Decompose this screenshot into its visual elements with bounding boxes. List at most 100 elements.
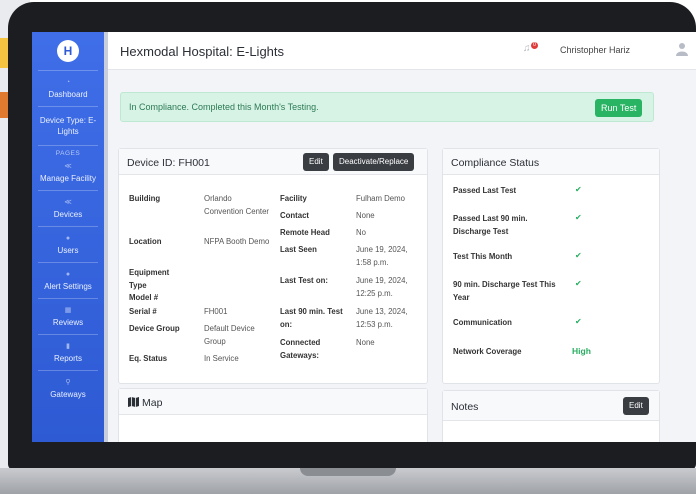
user-icon: ● [65,271,71,278]
serial-label: Serial # [129,307,157,316]
sidebar-item-label: Devices [53,210,83,219]
sidebar-item-label: Alert Settings [44,282,92,291]
device-id-title: Device ID: FH001 [127,157,210,169]
device-group-value: Default Device Group [204,324,255,346]
sidebar-item-gateways[interactable]: ⚲ Gateways [32,373,104,404]
remote-head-value: No [356,228,366,237]
network-coverage-value: High [572,346,591,356]
sidebar-item-users[interactable]: ● Users [32,229,104,260]
sidebar-scrollbar[interactable] [104,32,108,442]
avatar-icon[interactable] [676,42,688,56]
sidebar-item-label: Device Type: E-Lights [39,116,97,136]
map-card-header: Map [119,389,427,415]
sidebar-item-manage-facility[interactable]: ≪ Manage Facility [32,157,104,188]
sidebar-divider [38,190,98,191]
deactivate-replace-button[interactable]: Deactivate/Replace [333,153,415,171]
calendar-icon: ▦ [64,307,72,314]
compliance-row-label: Passed Last 90 min. Discharge Test [453,214,528,236]
share-icon: ≪ [64,199,72,206]
last-90-min-test-value: June 13, 2024, 12:53 p.m. [356,307,408,329]
alert-message: In Compliance. Completed this Month's Te… [129,102,319,112]
hexmodal-logo[interactable]: H [57,40,79,62]
eq-status-label: Eq. Status [129,354,168,363]
edit-device-button[interactable]: Edit [303,153,329,171]
last-90-min-test-label: Last 90 min. Test on: [280,307,343,329]
sidebar-divider [38,370,98,371]
bell-icon[interactable]: ♫ [523,43,531,54]
map-icon [128,397,139,407]
sidebar-divider [38,226,98,227]
page-title: Hexmodal Hospital: E-Lights [120,44,285,59]
share-icon: ≪ [64,163,72,170]
last-seen-value: June 19, 2024, 1:58 p.m. [356,245,408,267]
map-title: Map [142,397,163,409]
compliance-alert: In Compliance. Completed this Month's Te… [120,92,654,122]
compliance-status-card: Compliance Status Passed Last Test ✔ Pas… [442,148,660,384]
laptop-base [0,468,696,494]
run-test-button[interactable]: Run Test [595,99,643,117]
notes-title: Notes [451,401,479,413]
sidebar-item-reviews[interactable]: ▦ Reviews [32,301,104,332]
map-card: Map [118,388,428,442]
compliance-title: Compliance Status [451,157,540,169]
sidebar-divider [38,145,98,146]
last-test-label: Last Test on: [280,276,328,285]
compliance-card-header: Compliance Status [443,149,659,175]
serial-value: FH001 [204,307,228,316]
sidebar-item-label: Manage Facility [39,174,97,183]
sidebar-item-devices[interactable]: ≪ Devices [32,193,104,224]
connected-gateways-value: None [356,338,375,347]
notes-card: Notes Edit [442,390,660,442]
chart-icon: ▮ [66,343,70,350]
sidebar: H ◔ Dashboard Device Type: E-Lights PAGE… [32,32,104,442]
dashboard-icon: ◔ [65,79,71,86]
compliance-row-label: Passed Last Test [453,186,517,195]
sidebar-item-alert-settings[interactable]: ● Alert Settings [32,265,104,296]
top-header: Hexmodal Hospital: E-Lights ♫ 0 Christop… [108,32,696,70]
model-label: Model # [129,293,159,302]
check-icon: ✔ [575,213,582,222]
sidebar-section-heading: PAGES [55,150,81,157]
facility-label: Facility [280,194,307,203]
check-icon: ✔ [575,251,582,260]
laptop-notch [300,468,396,476]
check-icon: ✔ [575,279,582,288]
compliance-row-label: 90 min. Discharge Test This Year [453,280,556,302]
sidebar-item-label: Users [57,246,79,255]
check-icon: ✔ [575,317,582,326]
facility-value: Fulham Demo [356,194,405,203]
sidebar-item-dashboard[interactable]: ◔ Dashboard [32,73,104,104]
building-label: Building [129,194,161,203]
device-group-label: Device Group [129,324,180,333]
last-seen-label: Last Seen [280,245,317,254]
sidebar-divider [38,70,98,71]
sidebar-divider [38,298,98,299]
app-screen: H ◔ Dashboard Device Type: E-Lights PAGE… [32,32,696,442]
notes-card-header: Notes Edit [443,391,659,421]
contact-value: None [356,211,375,220]
device-card-header: Device ID: FH001 Edit Deactivate/Replace [119,149,427,175]
sidebar-item-reports[interactable]: ▮ Reports [32,337,104,368]
sidebar-divider [38,334,98,335]
sidebar-item-label: Gateways [50,390,86,399]
device-card: Device ID: FH001 Edit Deactivate/Replace… [118,148,428,384]
connected-gateways-label: Connected Gateways: [280,338,321,360]
sidebar-item-label: Dashboard [48,90,88,99]
sidebar-item-device-type[interactable]: Device Type: E-Lights [32,109,104,143]
sidebar-divider [38,262,98,263]
eq-status-value: In Service [204,354,239,363]
check-icon: ✔ [575,185,582,194]
pin-icon: ⚲ [65,379,71,386]
sidebar-item-label: Reviews [52,318,84,327]
sidebar-divider [38,106,98,107]
remote-head-label: Remote Head [280,228,330,237]
contact-label: Contact [280,211,310,220]
compliance-row-label: Test This Month [453,252,513,261]
compliance-row-label: Network Coverage [453,347,522,356]
last-test-value: June 19, 2024, 12:25 p.m. [356,276,408,298]
location-value: NFPA Booth Demo [204,237,270,246]
user-name[interactable]: Christopher Hariz [560,45,630,55]
location-label: Location [129,237,162,246]
edit-notes-button[interactable]: Edit [623,397,649,415]
notification-badge: 0 [531,42,538,49]
